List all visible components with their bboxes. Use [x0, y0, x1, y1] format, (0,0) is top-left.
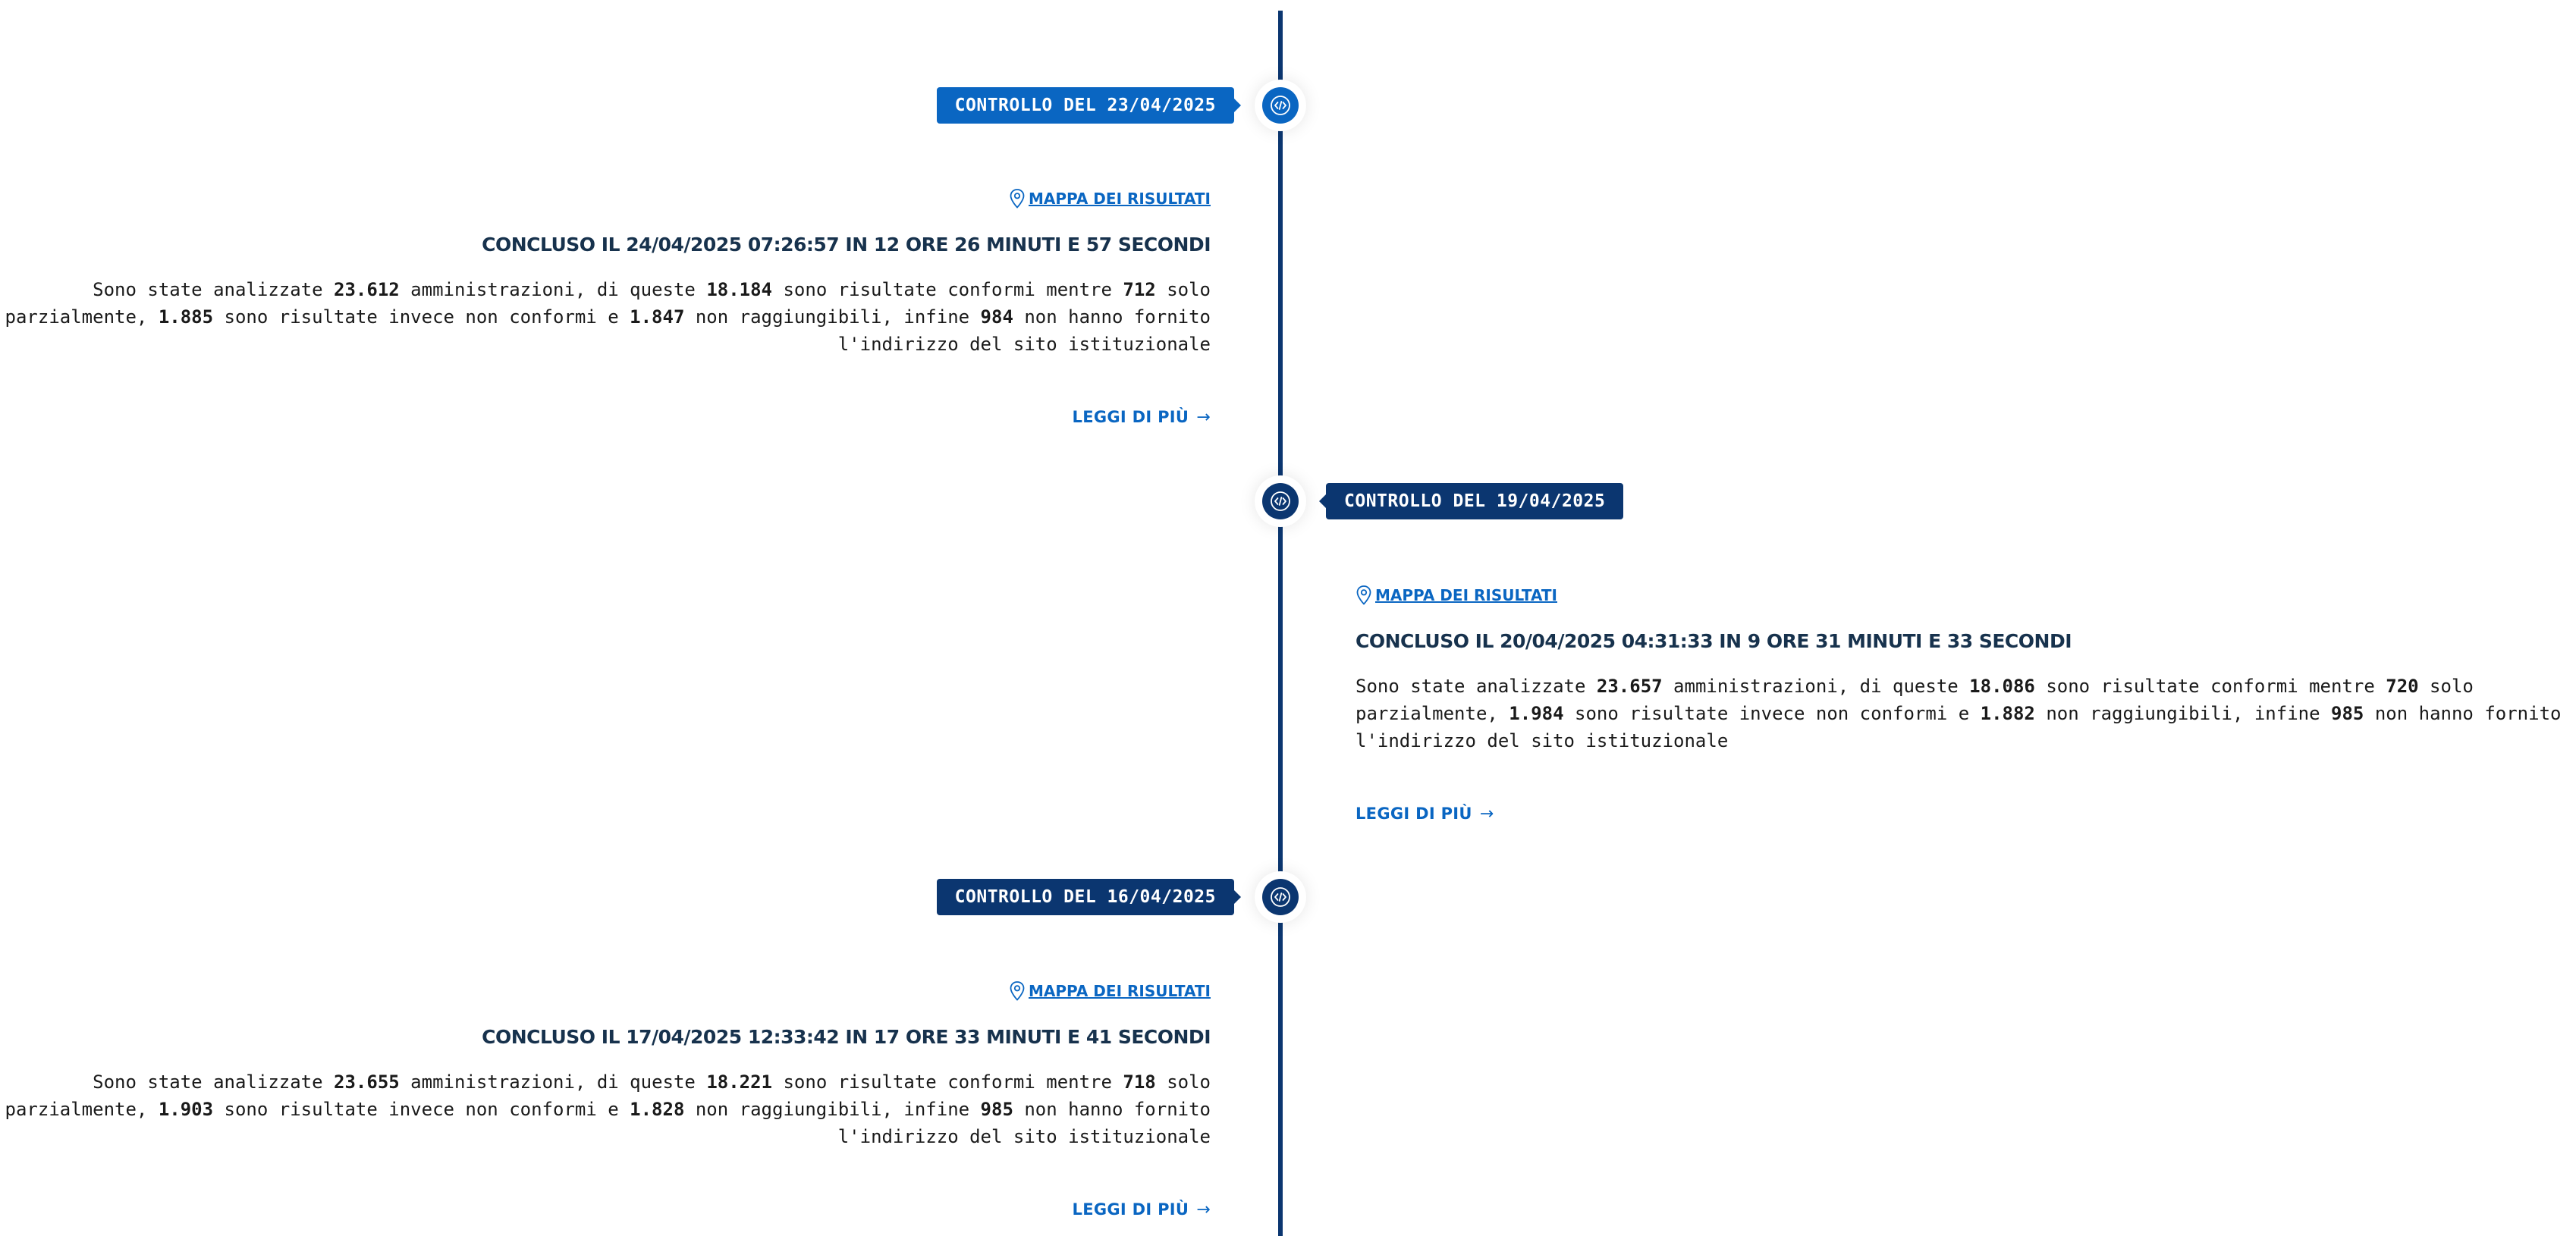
unreachable-count: 1.882	[1980, 703, 2035, 724]
compliant-count: 18.221	[706, 1071, 773, 1093]
arrow-right-icon: →	[1479, 805, 1494, 823]
code-icon	[1262, 87, 1299, 124]
read-more-link[interactable]: LEGGI DI PIÙ →	[0, 405, 1211, 429]
map-link-label: MAPPA DEI RISULTATI	[1375, 586, 1557, 604]
map-pin-icon	[1010, 981, 1025, 1001]
check-description: Sono state analizzate 23.655 amministraz…	[5, 1071, 1211, 1147]
check-entry: MAPPA DEI RISULTATI CONCLUSO IL 17/04/20…	[0, 977, 1211, 1222]
map-link-label: MAPPA DEI RISULTATI	[1029, 982, 1211, 1000]
noncompliant-count: 1.885	[158, 306, 214, 328]
missing-site-count: 985	[2331, 703, 2364, 724]
code-icon	[1262, 483, 1299, 519]
check-entry: MAPPA DEI RISULTATI CONCLUSO IL 20/04/20…	[1356, 582, 2566, 826]
check-entry: MAPPA DEI RISULTATI CONCLUSO IL 24/04/20…	[0, 185, 1211, 429]
compliant-count: 18.184	[706, 279, 773, 300]
check-label: CONTROLLO DEL 23/04/2025	[936, 87, 1242, 124]
unreachable-count: 1.828	[630, 1099, 685, 1120]
read-more-link[interactable]: LEGGI DI PIÙ →	[0, 1197, 1211, 1222]
analyzed-count: 23.657	[1596, 676, 1663, 697]
noncompliant-count: 1.903	[158, 1099, 214, 1120]
code-icon	[1262, 879, 1299, 915]
completion-summary: CONCLUSO IL 24/04/2025 07:26:57 IN 12 OR…	[482, 234, 1211, 256]
partial-count: 720	[2386, 676, 2419, 697]
missing-site-count: 985	[980, 1099, 1013, 1120]
check-label: CONTROLLO DEL 16/04/2025	[936, 879, 1242, 915]
missing-site-count: 984	[980, 306, 1013, 328]
check-description: Sono state analizzate 23.657 amministraz…	[1356, 676, 2562, 751]
partial-count: 712	[1123, 279, 1156, 300]
map-pin-icon	[1010, 189, 1025, 209]
check-label: CONTROLLO DEL 19/04/2025	[1318, 483, 1624, 519]
read-more-link[interactable]: LEGGI DI PIÙ →	[1356, 802, 2566, 826]
timeline-line	[1278, 11, 1283, 1236]
map-results-link[interactable]: MAPPA DEI RISULTATI	[0, 185, 1211, 212]
arrow-right-icon: →	[1196, 1200, 1211, 1219]
analyzed-count: 23.655	[334, 1071, 400, 1093]
analyzed-count: 23.612	[334, 279, 400, 300]
compliant-count: 18.086	[1969, 676, 2035, 697]
noncompliant-count: 1.984	[1509, 703, 1564, 724]
map-pin-icon	[1356, 585, 1371, 605]
map-results-link[interactable]: MAPPA DEI RISULTATI	[0, 977, 1211, 1005]
completion-summary: CONCLUSO IL 17/04/2025 12:33:42 IN 17 OR…	[482, 1026, 1211, 1048]
unreachable-count: 1.847	[630, 306, 685, 328]
completion-summary: CONCLUSO IL 20/04/2025 04:31:33 IN 9 ORE…	[1356, 630, 2072, 652]
map-link-label: MAPPA DEI RISULTATI	[1029, 190, 1211, 208]
arrow-right-icon: →	[1196, 408, 1211, 427]
map-results-link[interactable]: MAPPA DEI RISULTATI	[1356, 582, 2566, 609]
check-description: Sono state analizzate 23.612 amministraz…	[5, 279, 1211, 355]
partial-count: 718	[1123, 1071, 1156, 1093]
